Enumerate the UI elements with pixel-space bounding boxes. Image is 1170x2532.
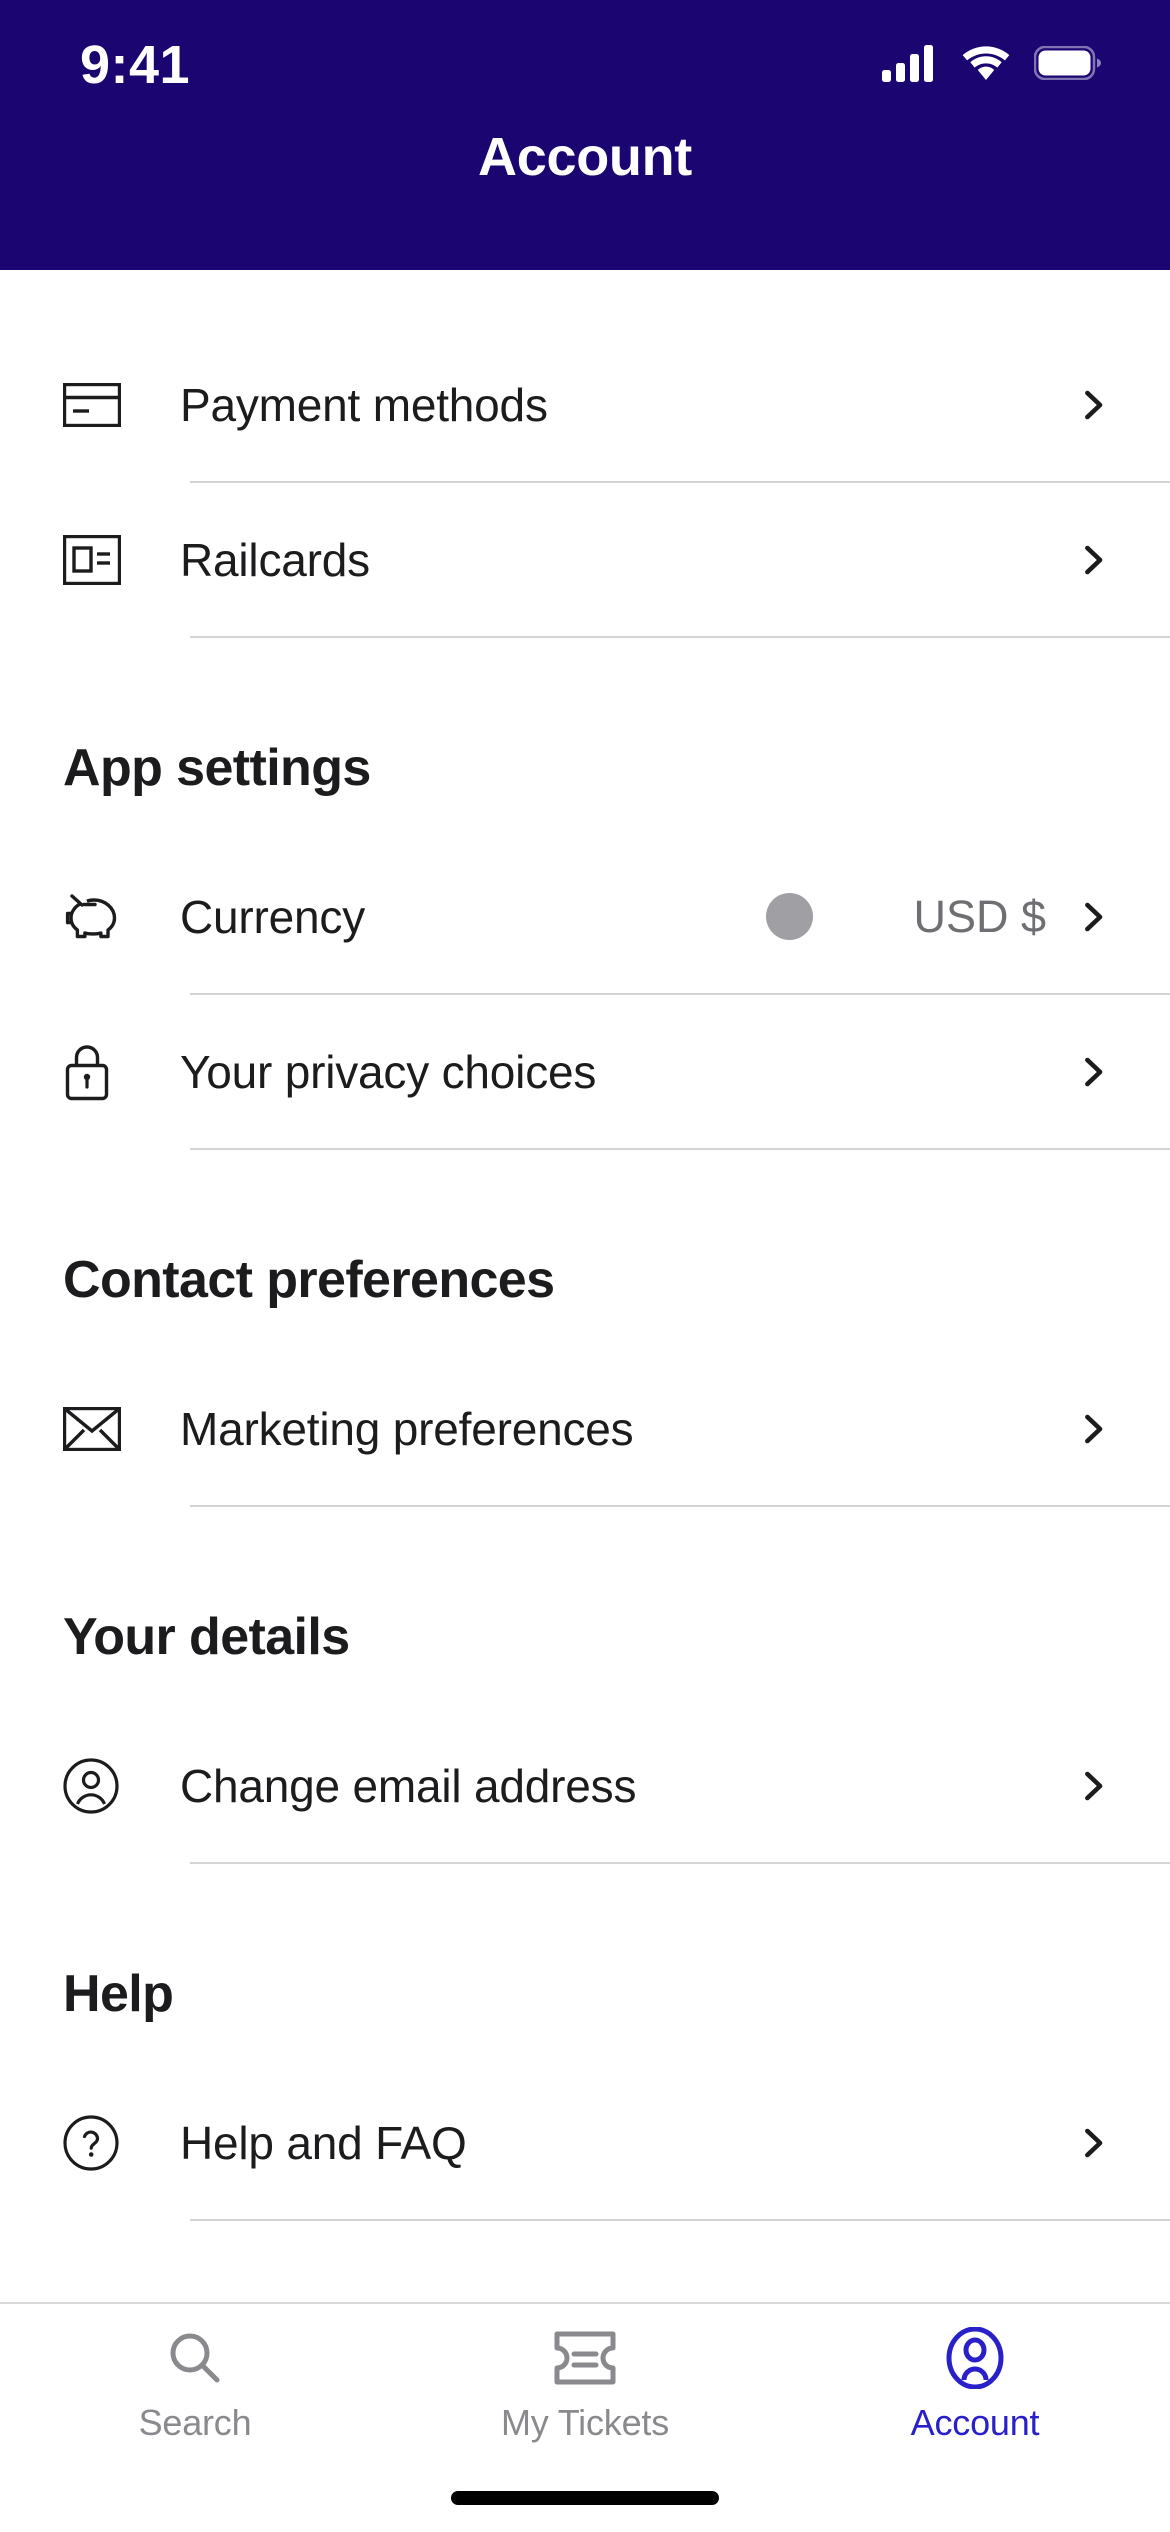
lock-icon (63, 1041, 125, 1103)
tab-my-tickets[interactable]: My Tickets (390, 2326, 780, 2444)
list-item-label: Railcards (180, 533, 370, 586)
tab-account[interactable]: Account (780, 2326, 1170, 2444)
piggy-bank-icon (63, 886, 125, 948)
battery-icon (1033, 45, 1102, 85)
list-item-change-email-address[interactable]: Change email address (0, 1709, 1170, 1862)
home-indicator-area (0, 2464, 1170, 2532)
status-bar-time: 9:41 (80, 35, 191, 95)
app-header: 9:41 Account (0, 0, 1170, 270)
chevron-right-icon (1076, 388, 1110, 422)
section-heading-your-details: Your details (63, 1608, 350, 1666)
list-item-currency[interactable]: Currency USD $ (0, 840, 1170, 993)
ticket-icon (552, 2326, 618, 2390)
bottom-tab-bar: Search My Tickets Account (0, 2302, 1170, 2464)
section-heading-help: Help (63, 1965, 174, 2023)
settings-list[interactable]: Payment methods Railcards App settings C… (0, 270, 1170, 2302)
page-title: Account (478, 127, 692, 187)
app-screen: 9:41 Account Payment methods Railcards A… (0, 0, 1170, 2532)
section-heading-app-settings: App settings (63, 739, 371, 797)
status-bar: 9:41 (0, 0, 1170, 130)
list-item-label: Payment methods (180, 378, 548, 431)
currency-value: USD $ (913, 890, 1046, 942)
chevron-right-icon (1076, 1769, 1110, 1803)
search-icon (165, 2326, 225, 2390)
status-bar-icons (882, 44, 1102, 87)
list-item-help-and-faq[interactable]: Help and FAQ (0, 2066, 1170, 2219)
tab-search[interactable]: Search (0, 2326, 390, 2444)
tab-label: My Tickets (500, 2402, 670, 2443)
page-title-container: Account (0, 130, 1170, 240)
chevron-right-icon (1076, 1412, 1110, 1446)
envelope-icon (63, 1398, 125, 1460)
tab-label: Search (138, 2402, 252, 2443)
wifi-icon (960, 44, 1012, 87)
chevron-right-icon (1076, 543, 1110, 577)
account-person-icon (946, 2326, 1004, 2390)
person-circle-icon (63, 1755, 125, 1817)
list-item-payment-methods[interactable]: Payment methods (0, 328, 1170, 481)
divider (190, 2219, 1170, 2221)
section-heading-contact-preferences: Contact preferences (63, 1251, 555, 1309)
question-circle-icon (63, 2112, 125, 2174)
tab-label: Account (910, 2402, 1040, 2443)
railcard-icon (63, 529, 125, 591)
chevron-right-icon (1076, 2126, 1110, 2160)
list-item-railcards[interactable]: Railcards (0, 483, 1170, 636)
list-item-label: Your privacy choices (180, 1045, 597, 1098)
list-item-marketing-preferences[interactable]: Marketing preferences (0, 1352, 1170, 1505)
currency-swatch (766, 893, 814, 940)
list-item-label: Currency (180, 890, 366, 943)
credit-card-icon (63, 374, 125, 436)
cellular-signal-icon (882, 44, 938, 87)
home-indicator[interactable] (451, 2491, 719, 2505)
chevron-right-icon (1076, 900, 1110, 934)
list-item-label: Change email address (180, 1759, 637, 1812)
list-item-label: Marketing preferences (180, 1402, 634, 1455)
list-item-label: Help and FAQ (180, 2116, 467, 2169)
chevron-right-icon (1076, 1055, 1110, 1089)
list-item-privacy-choices[interactable]: Your privacy choices (0, 995, 1170, 1148)
